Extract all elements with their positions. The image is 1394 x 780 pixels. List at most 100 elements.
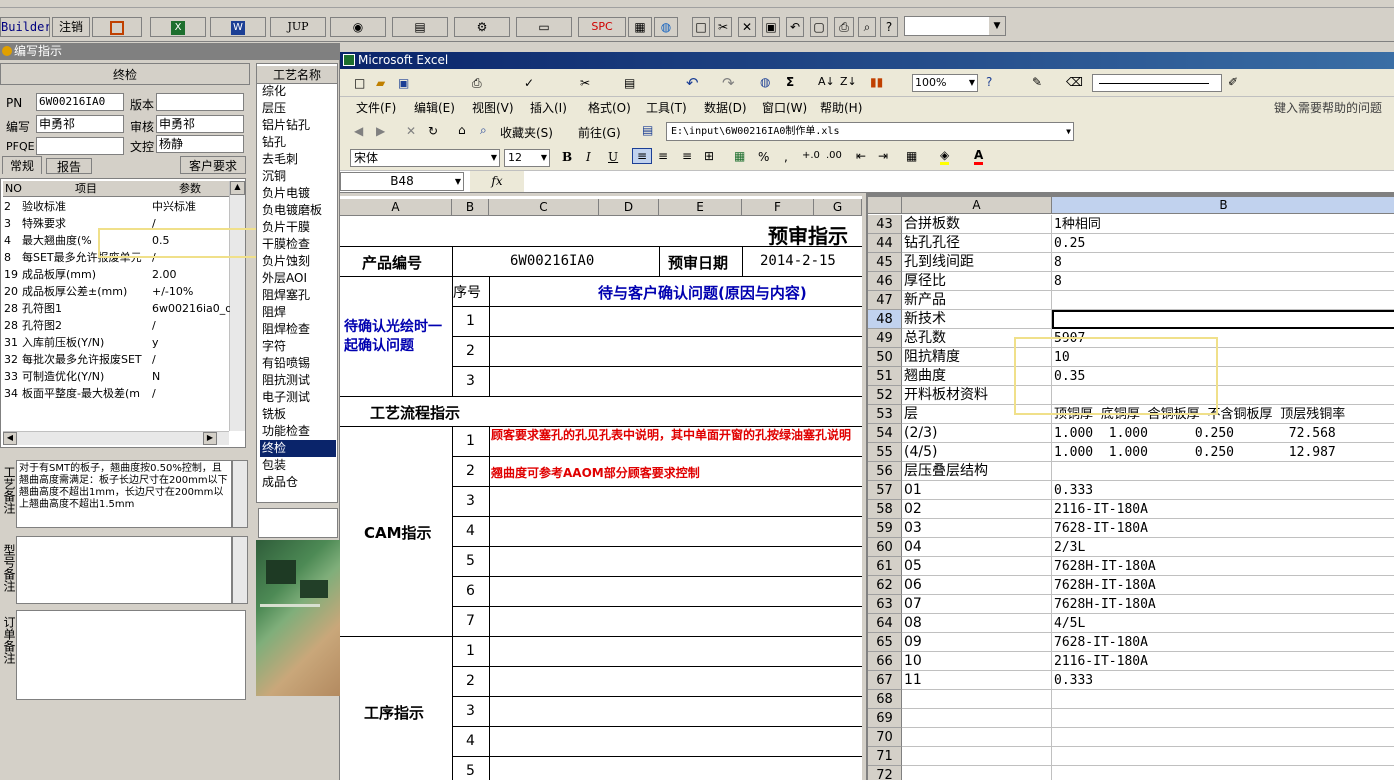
- table-row[interactable]: 33 可制造优化(Y/N) N: [2, 368, 244, 385]
- cell-b[interactable]: 1.000 1.000 0.250 12.987: [1052, 443, 1394, 462]
- cell-a[interactable]: 层压叠层结构: [902, 462, 1052, 481]
- process-item[interactable]: 去毛刺: [260, 151, 336, 168]
- product-no-value[interactable]: 6W00216IA0: [510, 253, 594, 269]
- print-icon[interactable]: ⎙: [834, 17, 854, 37]
- builder-button[interactable]: Builder: [0, 17, 50, 37]
- cell-b[interactable]: [1052, 709, 1394, 728]
- menu-item[interactable]: 编辑(E): [414, 99, 455, 116]
- process-item[interactable]: 钻孔: [260, 134, 336, 151]
- outdent-icon[interactable]: ⇤: [856, 149, 866, 163]
- cell-a[interactable]: 新技术: [902, 310, 1052, 329]
- cam-label[interactable]: CAM指示: [364, 522, 432, 543]
- table-row[interactable]: 20 成品板厚公差±(mm) +/-10%: [2, 283, 244, 300]
- row-header[interactable]: 56: [868, 462, 902, 481]
- row-header[interactable]: 71: [868, 747, 902, 766]
- process-item[interactable]: 阻抗测试: [260, 372, 336, 389]
- cell-a[interactable]: [902, 709, 1052, 728]
- col-header-a[interactable]: A: [340, 199, 452, 216]
- row-header[interactable]: 57: [868, 481, 902, 500]
- home-icon[interactable]: ⌂: [458, 123, 466, 137]
- fill-color-icon[interactable]: ◈: [940, 148, 950, 165]
- spellcheck-icon[interactable]: ✓: [524, 76, 534, 90]
- flow-label[interactable]: 工艺流程指示: [370, 402, 460, 423]
- cell-b[interactable]: 0.333: [1052, 671, 1394, 690]
- cam-row-7[interactable]: 7: [466, 613, 475, 629]
- cam-row-4[interactable]: 4: [466, 523, 475, 539]
- cell-b[interactable]: [1052, 747, 1394, 766]
- col-header-a[interactable]: A: [902, 197, 1052, 214]
- save-icon[interactable]: ▣: [762, 17, 780, 37]
- doc-title[interactable]: 预审指示: [768, 220, 848, 249]
- database-icon[interactable]: ▤: [392, 17, 448, 37]
- calc-icon[interactable]: ▦: [628, 17, 652, 37]
- seq-header[interactable]: 序号: [453, 282, 481, 302]
- row-header[interactable]: 72: [868, 766, 902, 780]
- redo-icon[interactable]: ↷: [722, 74, 735, 92]
- cam-row-3[interactable]: 3: [466, 493, 475, 509]
- confirm-header[interactable]: 待与客户确认问题(原因与内容): [598, 282, 807, 303]
- cell-b[interactable]: 0.25: [1052, 234, 1394, 253]
- row-header[interactable]: 60: [868, 538, 902, 557]
- version-field[interactable]: [156, 93, 244, 111]
- align-left-icon[interactable]: ≡: [632, 148, 652, 164]
- cell-a[interactable]: 09: [902, 633, 1052, 652]
- row-header[interactable]: 58: [868, 500, 902, 519]
- goto-menu[interactable]: 前往(G): [578, 124, 621, 141]
- excel-icon[interactable]: X: [150, 17, 206, 37]
- note1-text[interactable]: 对于有SMT的板子，翘曲度按0.50%控制，且翘曲高度需满足：板子长边尺寸在20…: [16, 460, 232, 528]
- note3-text[interactable]: [16, 610, 246, 700]
- process-item[interactable]: 干膜检查: [260, 236, 336, 253]
- process-item[interactable]: 负片电镀: [260, 185, 336, 202]
- row-header[interactable]: 47: [868, 291, 902, 310]
- cell-b[interactable]: 7628H-IT-180A: [1052, 595, 1394, 614]
- cell-a[interactable]: 05: [902, 557, 1052, 576]
- formula-input[interactable]: [526, 172, 1386, 191]
- cell-b[interactable]: 1种相同: [1052, 215, 1394, 234]
- menu-item[interactable]: 工具(T): [646, 99, 687, 116]
- process-item[interactable]: 字符: [260, 338, 336, 355]
- jup-button[interactable]: JUP: [270, 17, 326, 37]
- product-no-label[interactable]: 产品编号: [362, 252, 422, 273]
- name-box[interactable]: B48 ▼: [340, 172, 464, 191]
- font-select[interactable]: 宋体 ▼: [350, 149, 500, 167]
- eye-icon[interactable]: ◉: [330, 17, 386, 37]
- note1-scrollbar[interactable]: [232, 460, 248, 528]
- address-field[interactable]: E:\input\6W00216IA0制作单.xls ▼: [666, 122, 1074, 141]
- note2-scrollbar[interactable]: [232, 536, 248, 604]
- wenkong-field[interactable]: 杨静: [156, 135, 244, 153]
- help-search[interactable]: 键入需要帮助的问题: [1274, 99, 1382, 116]
- show-toolbar-icon[interactable]: ▤: [642, 123, 653, 137]
- row-header[interactable]: 45: [868, 253, 902, 272]
- favorites-menu[interactable]: 收藏夹(S): [500, 124, 553, 141]
- word-icon[interactable]: W: [210, 17, 266, 37]
- proc-row-4[interactable]: 4: [466, 733, 475, 749]
- process-item[interactable]: 负片干膜: [260, 219, 336, 236]
- col-header-e[interactable]: E: [659, 199, 742, 216]
- col-header-c[interactable]: C: [489, 199, 599, 216]
- search-icon[interactable]: ⌕: [480, 123, 487, 138]
- cell-b[interactable]: 7628-IT-180A: [1052, 519, 1394, 538]
- process-item[interactable]: 外层AOI: [260, 270, 336, 287]
- decrease-decimal-icon[interactable]: .00: [826, 150, 842, 161]
- menu-item[interactable]: 数据(D): [704, 99, 747, 116]
- find-icon[interactable]: ⌕: [858, 17, 876, 37]
- row-header[interactable]: 44: [868, 234, 902, 253]
- indent-icon[interactable]: ⇥: [878, 149, 888, 163]
- preview-icon[interactable]: ▢: [810, 17, 828, 37]
- cell-b[interactable]: 2116-IT-180A: [1052, 652, 1394, 671]
- open-icon[interactable]: ▰: [376, 76, 385, 90]
- forward-icon[interactable]: ▶: [376, 124, 385, 138]
- cell-a[interactable]: [902, 747, 1052, 766]
- proc-row-2[interactable]: 2: [466, 673, 475, 689]
- row-header[interactable]: 55: [868, 443, 902, 462]
- cell-b[interactable]: [1052, 310, 1394, 329]
- row-header[interactable]: 48: [868, 310, 902, 329]
- spc-button[interactable]: SPC: [578, 17, 626, 37]
- date-value[interactable]: 2014-2-15: [760, 253, 836, 269]
- new-icon[interactable]: □: [354, 76, 365, 90]
- cell-a[interactable]: 合拼板数: [902, 215, 1052, 234]
- cell-a[interactable]: (4/5): [902, 443, 1052, 462]
- underline-icon[interactable]: U: [608, 150, 618, 164]
- edit-icon[interactable]: ✎: [1032, 75, 1042, 89]
- confirm-row-3[interactable]: 3: [466, 373, 475, 389]
